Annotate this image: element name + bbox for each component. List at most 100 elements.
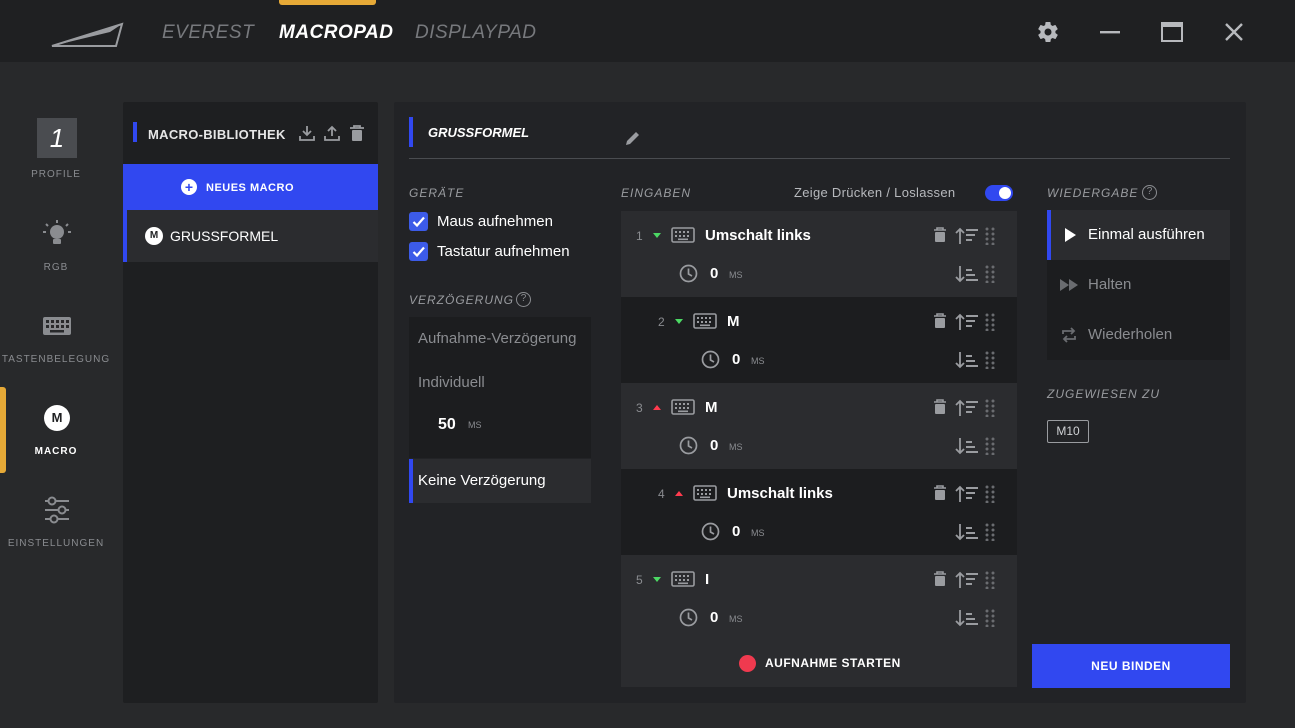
- library-item-label: GRUSSFORMEL: [170, 228, 279, 244]
- drag-handle-icon[interactable]: [985, 609, 995, 627]
- keyboard-icon: [671, 227, 695, 243]
- row-number: 1: [636, 229, 643, 243]
- sort-down-icon[interactable]: [955, 264, 979, 284]
- nav-item-profile[interactable]: 1 PROFILE: [0, 62, 112, 180]
- help-icon[interactable]: ?: [516, 292, 531, 307]
- left-navigation: 1 PROFILE RGB TASTENBELEGUNG M MACRO EIN…: [0, 62, 112, 728]
- delete-row-icon[interactable]: [933, 571, 947, 587]
- press-release-toggle[interactable]: [985, 185, 1013, 201]
- edit-pencil-icon[interactable]: [624, 129, 642, 147]
- row-number: 2: [658, 315, 665, 329]
- nav-label-einstellungen: EINSTELLUNGEN: [7, 538, 105, 549]
- maximize-icon[interactable]: [1160, 20, 1184, 44]
- key-up-arrow-icon: [653, 405, 661, 410]
- tab-displaypad[interactable]: DISPLAYPAD: [415, 22, 537, 44]
- checkbox-keyboard[interactable]: [409, 242, 428, 261]
- delete-row-icon[interactable]: [933, 227, 947, 243]
- delete-row-icon[interactable]: [933, 313, 947, 329]
- delay-custom-value[interactable]: 50: [438, 416, 456, 434]
- sort-up-icon[interactable]: [955, 312, 979, 332]
- drag-handle-icon[interactable]: [985, 523, 995, 541]
- delay-custom-unit: MS: [468, 420, 482, 430]
- tab-everest[interactable]: EVEREST: [162, 22, 254, 44]
- row-key-name: Umschalt links: [705, 227, 811, 244]
- sliders-icon: [45, 496, 69, 524]
- playback-option-repeat[interactable]: Wiederholen: [1047, 310, 1230, 360]
- row-delay-value[interactable]: 0: [732, 351, 740, 368]
- sort-up-icon[interactable]: [955, 226, 979, 246]
- input-row[interactable]: 2 M 0 MS: [621, 297, 1017, 383]
- delay-option-recording[interactable]: Aufnahme-Verzögerung: [418, 330, 576, 347]
- keyboard-icon: [671, 399, 695, 415]
- nav-item-tastenbelegung[interactable]: TASTENBELEGUNG: [0, 306, 112, 392]
- library-item[interactable]: M GRUSSFORMEL: [123, 210, 378, 262]
- help-icon[interactable]: ?: [1142, 185, 1157, 200]
- plus-icon: +: [181, 179, 197, 195]
- macro-icon: M: [44, 405, 70, 431]
- input-row[interactable]: 4 Umschalt links 0 MS: [621, 469, 1017, 555]
- active-tab-indicator: [279, 0, 376, 5]
- row-delay-value[interactable]: 0: [710, 437, 718, 454]
- sort-up-icon[interactable]: [955, 484, 979, 504]
- drag-handle-icon[interactable]: [985, 313, 995, 331]
- nav-item-rgb[interactable]: RGB: [0, 212, 112, 298]
- nav-item-macro[interactable]: M MACRO: [0, 387, 112, 473]
- export-icon[interactable]: [323, 124, 341, 142]
- row-delay-value[interactable]: 0: [710, 609, 718, 626]
- delay-option-custom[interactable]: Individuell: [418, 374, 485, 391]
- assigned-title: ZUGEWIESEN ZU: [1047, 387, 1161, 401]
- trash-icon[interactable]: [349, 124, 365, 142]
- key-up-arrow-icon: [675, 491, 683, 496]
- delete-row-icon[interactable]: [933, 485, 947, 501]
- import-icon[interactable]: [298, 124, 316, 142]
- repeat-icon: [1062, 327, 1076, 343]
- close-icon[interactable]: [1222, 20, 1246, 44]
- checkmark-icon: [412, 246, 425, 258]
- drag-handle-icon[interactable]: [985, 571, 995, 589]
- sort-up-icon[interactable]: [955, 570, 979, 590]
- checkbox-keyboard-label: Tastatur aufnehmen: [437, 243, 570, 260]
- tab-macropad[interactable]: MACROPAD: [279, 22, 393, 44]
- playback-title: WIEDERGABE: [1047, 186, 1139, 200]
- new-macro-button[interactable]: + NEUES MACRO: [123, 164, 378, 210]
- nav-label-profile: PROFILE: [31, 169, 81, 180]
- start-recording-button[interactable]: AUFNAHME STARTEN: [621, 640, 1017, 687]
- assigned-key-badge: M10: [1047, 420, 1089, 443]
- sort-down-icon[interactable]: [955, 436, 979, 456]
- sort-down-icon[interactable]: [955, 350, 979, 370]
- drag-handle-icon[interactable]: [985, 227, 995, 245]
- row-number: 4: [658, 487, 665, 501]
- play-icon: [1065, 228, 1076, 242]
- settings-gear-icon[interactable]: [1036, 20, 1060, 44]
- section-accent: [133, 122, 137, 142]
- toggle-label: Zeige Drücken / Loslassen: [794, 185, 956, 200]
- input-row[interactable]: 5 I 0 MS: [621, 555, 1017, 641]
- rebind-button[interactable]: NEU BINDEN: [1032, 644, 1230, 688]
- row-delay-value[interactable]: 0: [732, 523, 740, 540]
- playback-option-hold[interactable]: Halten: [1047, 260, 1230, 310]
- sort-up-icon[interactable]: [955, 398, 979, 418]
- drag-handle-icon[interactable]: [985, 485, 995, 503]
- minimize-icon[interactable]: [1098, 20, 1122, 44]
- keyboard-icon: [693, 313, 717, 329]
- nav-item-einstellungen[interactable]: EINSTELLUNGEN: [0, 487, 112, 573]
- start-recording-label: AUFNAHME STARTEN: [765, 656, 901, 670]
- input-row[interactable]: 3 M 0 MS: [621, 383, 1017, 469]
- sort-down-icon[interactable]: [955, 522, 979, 542]
- drag-handle-icon[interactable]: [985, 437, 995, 455]
- drag-handle-icon[interactable]: [985, 399, 995, 417]
- checkbox-mouse[interactable]: [409, 212, 428, 231]
- drag-handle-icon[interactable]: [985, 265, 995, 283]
- drag-handle-icon[interactable]: [985, 351, 995, 369]
- nav-label-rgb: RGB: [43, 262, 69, 273]
- sort-down-icon[interactable]: [955, 608, 979, 628]
- row-delay-value[interactable]: 0: [710, 265, 718, 282]
- playback-option-once[interactable]: Einmal ausführen: [1047, 210, 1230, 260]
- delete-row-icon[interactable]: [933, 399, 947, 415]
- macro-icon: M: [145, 227, 163, 245]
- section-accent: [409, 117, 413, 147]
- input-row[interactable]: 1 Umschalt links 0 MS: [621, 211, 1017, 297]
- library-title: MACRO-BIBLIOTHEK: [148, 127, 286, 142]
- delay-option-none[interactable]: Keine Verzögerung: [409, 459, 591, 503]
- bulb-icon: [43, 220, 71, 244]
